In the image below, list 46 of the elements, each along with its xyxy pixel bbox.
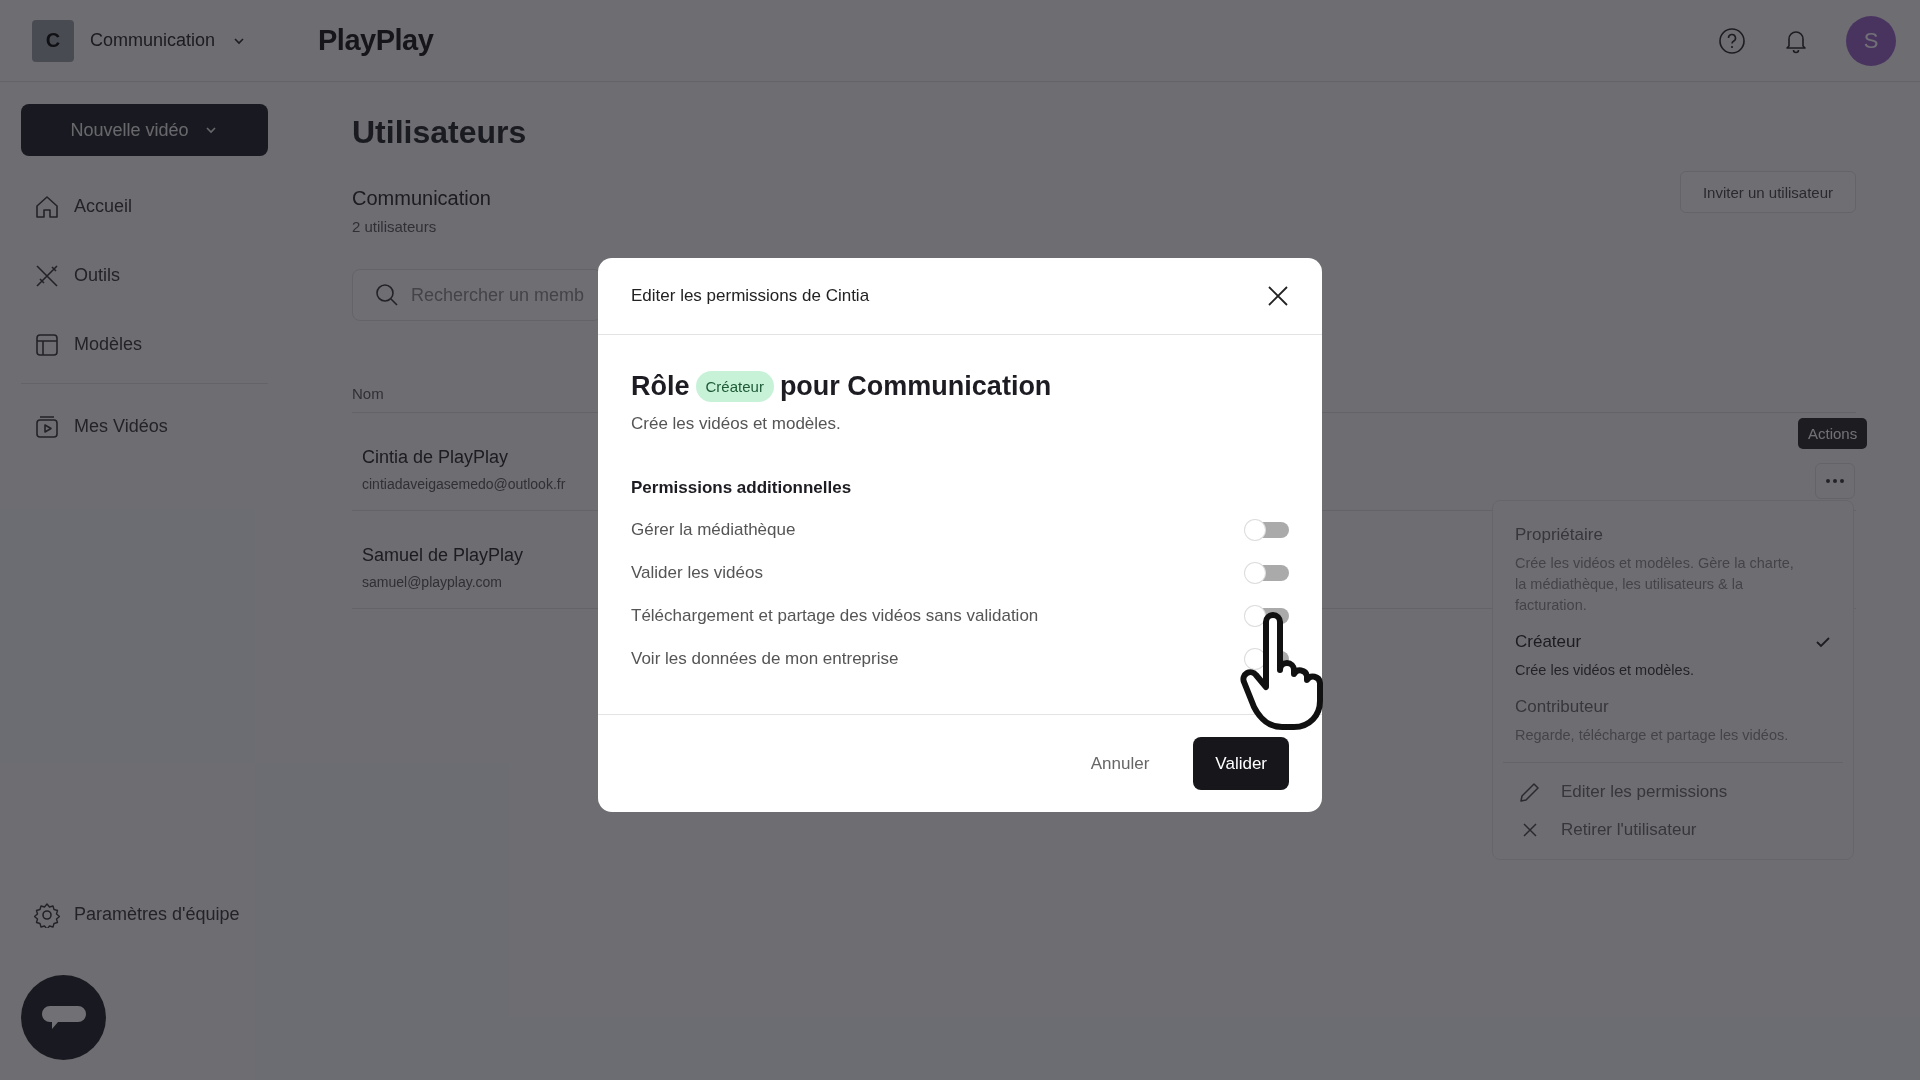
dialog-title: Editer les permissions de Cintia — [631, 286, 870, 306]
role-option[interactable]: Créateur Crée les vidéos et modèles. — [1493, 628, 1853, 693]
home-icon — [34, 193, 60, 220]
sidebar-item[interactable]: Modèles — [21, 310, 268, 379]
layout-icon — [34, 331, 60, 358]
section-title: Permissions additionnelles — [631, 478, 853, 498]
role-heading: pour Communication — [779, 371, 1052, 402]
toggle-switch[interactable] — [1247, 564, 1289, 581]
user-count: 2 utilisateurs — [352, 218, 438, 235]
logo[interactable]: PlayPlay — [318, 24, 434, 57]
sidebar-item[interactable]: Mes Vidéos — [21, 392, 268, 461]
column-header: Nom — [352, 385, 384, 402]
video-icon — [34, 413, 60, 440]
permission-label: Téléchargement et partage des vidéos sans validation — [631, 605, 1039, 626]
close-button[interactable] — [1267, 285, 1289, 307]
user-name: Cintia de PlayPlay — [362, 447, 509, 468]
help-icon[interactable] — [1718, 26, 1746, 55]
search-icon — [374, 282, 400, 308]
user-email: samuel@playplay.com — [362, 574, 502, 590]
role-badge: Créateur — [695, 371, 774, 402]
sidebar-item[interactable]: Accueil — [21, 172, 268, 241]
user-name: Samuel de PlayPlay — [362, 545, 524, 566]
settings-icon — [34, 901, 60, 928]
checkmark-icon — [1815, 634, 1831, 650]
permission-label: Gérer la médiathèque — [631, 519, 796, 540]
new-video-button[interactable]: Nouvelle vidéo — [21, 104, 268, 156]
actions-tooltip: Actions — [1798, 418, 1868, 449]
user-email: cintiadaveigasemedo@outlook.fr — [362, 476, 566, 492]
team-settings-link[interactable]: Paramètres d'équipe — [21, 880, 268, 949]
toggle-switch[interactable] — [1247, 521, 1289, 538]
more-options-button[interactable] — [1815, 463, 1855, 499]
sidebar-item[interactable]: Outils — [21, 241, 268, 310]
workspace-avatar: C — [32, 19, 74, 62]
role-description: Crée les vidéos et modèles. — [631, 414, 842, 434]
page-title: Utilisateurs — [352, 114, 528, 151]
workspace-selector[interactable]: Communication — [90, 30, 248, 51]
cancel-button[interactable]: Annuler — [1090, 753, 1150, 774]
permission-label: Valider les vidéos — [631, 562, 763, 583]
more-icon — [1825, 478, 1845, 484]
invite-user-button[interactable]: Inviter un utilisateur — [1679, 171, 1856, 213]
tools-icon — [34, 262, 60, 289]
team-name: Communication — [352, 187, 491, 210]
pencil-icon — [1519, 781, 1541, 803]
permission-label: Voir les données de mon entreprise — [631, 648, 899, 669]
role-heading: Rôle — [631, 371, 690, 402]
confirm-button[interactable]: Valider — [1193, 737, 1289, 790]
